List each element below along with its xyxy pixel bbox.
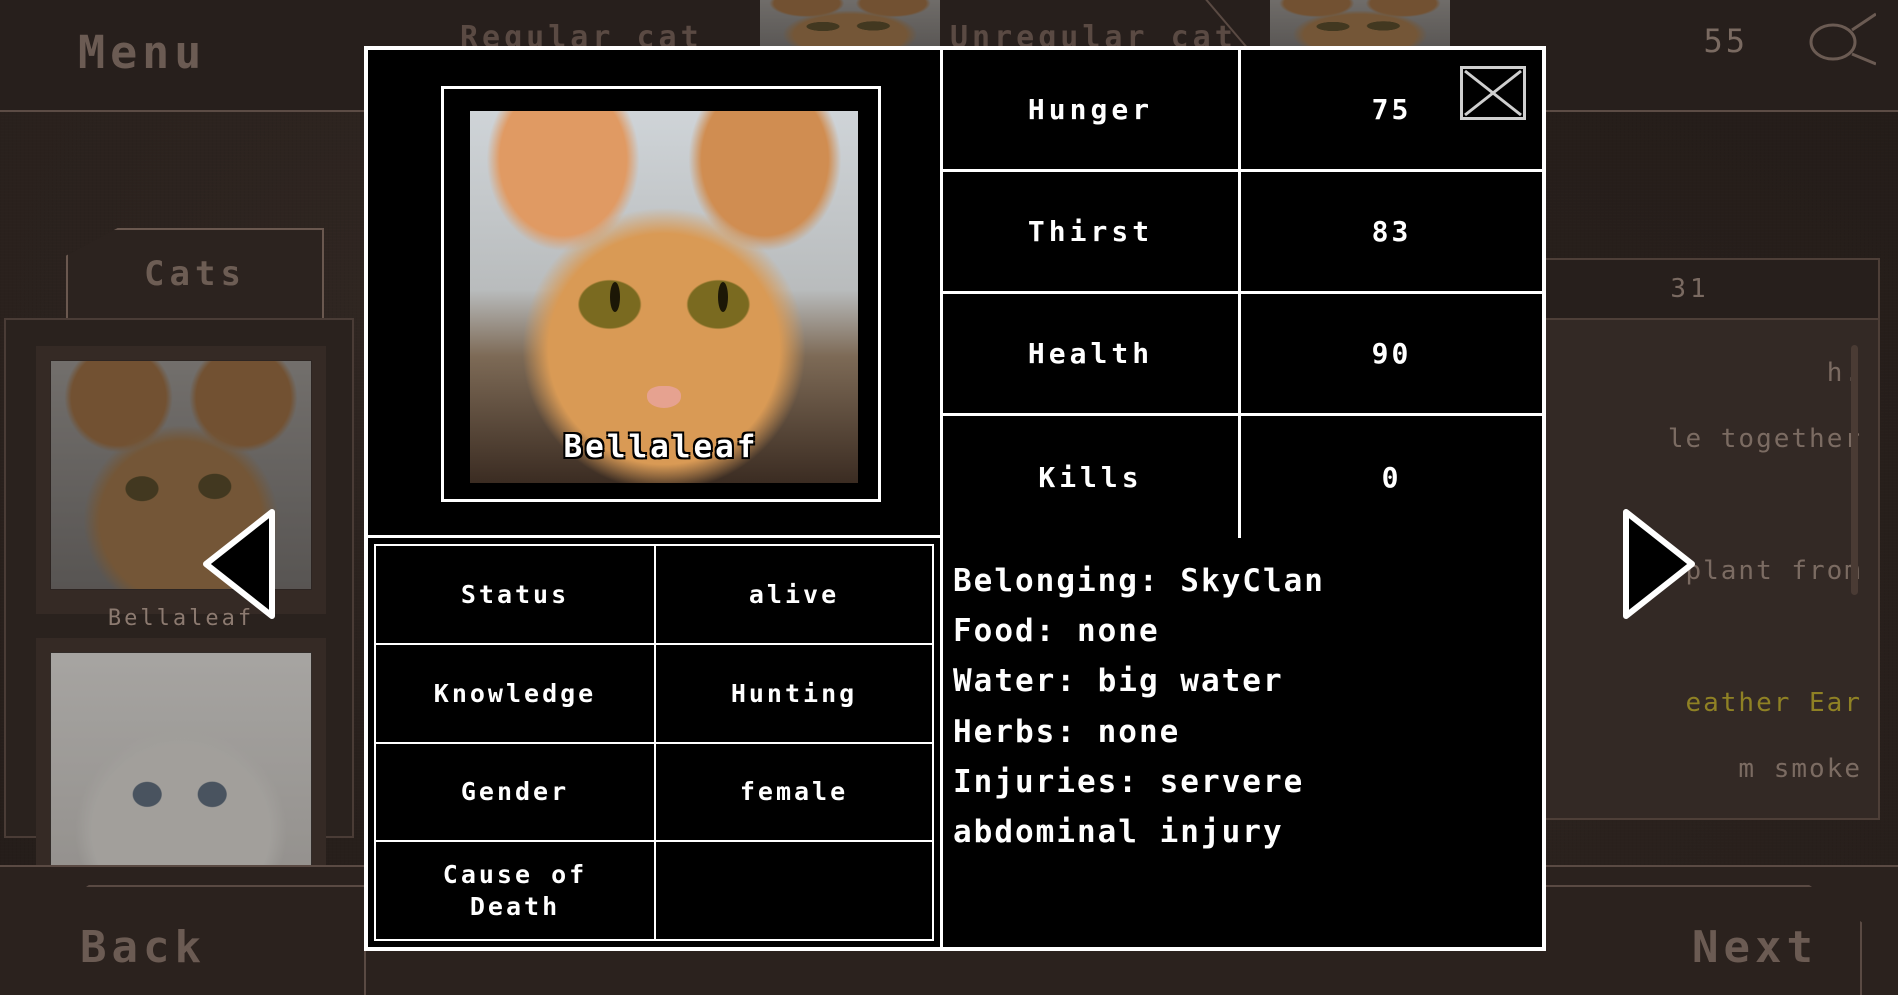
- stat-key: Health: [1027, 337, 1154, 370]
- stat-row: Kills 0: [943, 416, 1542, 538]
- attribute-key: Knowledge: [433, 678, 597, 708]
- stat-key: Kills: [1038, 460, 1143, 494]
- cat-pupil: [718, 282, 729, 313]
- next-cat-arrow-icon[interactable]: [1620, 508, 1698, 620]
- prev-cat-arrow-icon[interactable]: [200, 508, 278, 620]
- stat-row: Hunger 75: [943, 50, 1542, 172]
- cat-name-label: Bellaleaf: [563, 429, 759, 465]
- stat-key: Hunger: [1027, 93, 1154, 126]
- stats-table: Hunger 75 Thirst 83 Health 90 Kills 0: [943, 50, 1542, 538]
- cat-pupil: [609, 282, 620, 313]
- next-button[interactable]: Next: [1692, 922, 1818, 973]
- attribute-value: Hunting: [730, 678, 858, 708]
- attribute-value: female: [739, 777, 849, 807]
- attribute-key: Status: [460, 579, 570, 609]
- stat-value: 83: [1371, 215, 1412, 248]
- close-icon[interactable]: [1460, 66, 1526, 120]
- info-line: Herbs: none: [953, 713, 1181, 750]
- info-line: Injuries: servere abdominal injury: [953, 763, 1305, 851]
- info-line: Food: none: [953, 613, 1160, 650]
- portrait-quadrant: Bellaleaf: [368, 50, 943, 538]
- stat-key: Thirst: [1027, 215, 1154, 248]
- attributes-quadrant: Status alive Knowledge Hunting Gender female C…: [368, 538, 943, 947]
- screen: Menu 55 Cats Regular cat Unregular cat B…: [0, 0, 1898, 995]
- attribute-row: Knowledge Hunting: [376, 644, 932, 744]
- info-line: Belonging: SkyClan: [953, 563, 1325, 599]
- grid-thumbnail[interactable]: [1270, 0, 1450, 52]
- events-scrollbar[interactable]: [1851, 345, 1858, 595]
- menu-title: Menu: [78, 26, 207, 79]
- attribute-value: alive: [748, 579, 840, 609]
- list-item[interactable]: [36, 638, 326, 882]
- portrait-frame: Bellaleaf: [441, 86, 881, 502]
- tab-cats-label: Cats: [144, 254, 246, 294]
- attribute-row: Gender female: [376, 743, 932, 843]
- attribute-row: Cause of Death: [376, 842, 932, 939]
- attribute-key: Cause of Death: [442, 860, 588, 921]
- attribute-row: Status alive: [376, 546, 932, 645]
- list-item[interactable]: Bellaleaf: [36, 346, 326, 631]
- top-count-badge: 55: [1703, 22, 1748, 60]
- search-icon[interactable]: [1806, 12, 1877, 82]
- attributes-table: Status alive Knowledge Hunting Gender female C…: [374, 544, 934, 941]
- stat-value: 90: [1371, 337, 1412, 370]
- info-panel: Belonging: SkyClan Food: none Water: big w…: [943, 538, 1542, 947]
- attribute-key: Gender: [460, 777, 570, 807]
- back-button[interactable]: Back: [80, 922, 206, 973]
- cat-portrait-image: [470, 111, 858, 483]
- stat-row: Health 90: [943, 294, 1542, 416]
- cat-list-panel: Bellaleaf: [4, 318, 354, 882]
- cat-thumbnail: [50, 652, 312, 882]
- cat-detail-modal: Bellaleaf Hunger 75 Thirst 83 Health 90 Kills 0…: [364, 46, 1546, 951]
- stat-row: Thirst 83: [943, 172, 1542, 294]
- grid-thumbnail[interactable]: [760, 0, 940, 52]
- cat-nose: [647, 386, 681, 409]
- info-line: Water: big water: [953, 663, 1284, 700]
- events-panel-header: 31: [1500, 258, 1880, 320]
- cell-divider: [654, 842, 656, 939]
- stat-value: 0: [1381, 460, 1402, 494]
